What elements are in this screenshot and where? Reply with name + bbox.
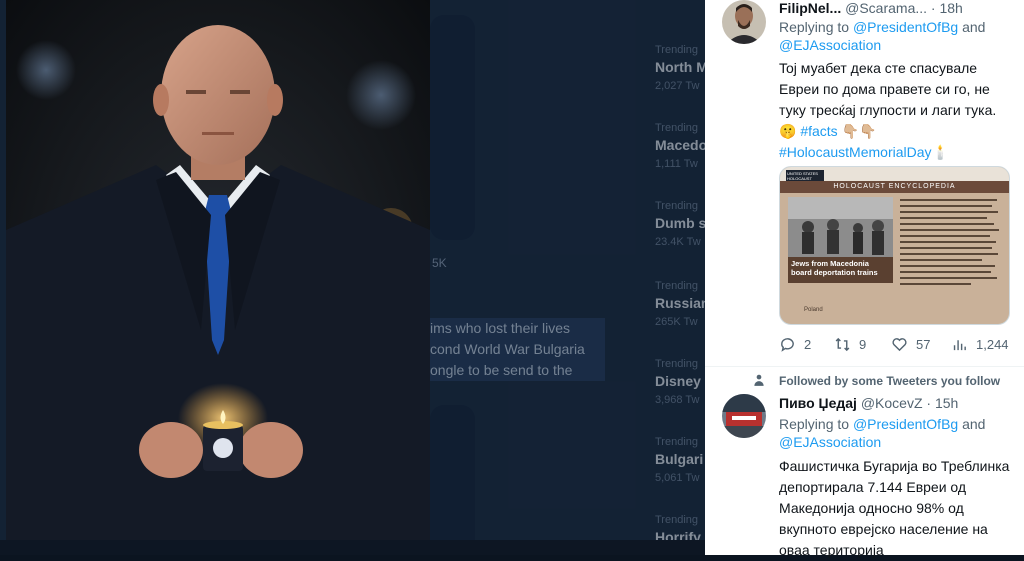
retweet-count: 9 bbox=[859, 337, 867, 352]
tweet-divider bbox=[705, 366, 1024, 367]
historical-photo bbox=[788, 197, 893, 257]
tweet-media-image[interactable]: UNITED STATES HOLOCAUST MEMORIAL MUSEUM … bbox=[779, 166, 1010, 325]
media-article-text bbox=[900, 197, 1002, 312]
reply-icon bbox=[781, 338, 794, 352]
bottom-strip bbox=[0, 540, 705, 555]
emoji: 🕯️ bbox=[931, 144, 949, 160]
replying-and: and bbox=[958, 19, 986, 35]
view-count: 1,244 bbox=[976, 337, 1009, 352]
emoji: 👇🏼👇🏼 bbox=[841, 123, 877, 139]
replying-and: and bbox=[958, 416, 986, 432]
emoji: 🤫 bbox=[779, 123, 797, 139]
avatar-image bbox=[722, 394, 766, 438]
replying-prefix: Replying to bbox=[779, 19, 853, 35]
media-banner: HOLOCAUST ENCYCLOPEDIA bbox=[780, 181, 1009, 193]
avatar[interactable] bbox=[722, 0, 766, 44]
tweet-body: Toj муабет дека сте спасувале Евреи по д… bbox=[779, 60, 997, 118]
social-context: Followed by some Tweeters you follow bbox=[779, 374, 1001, 388]
tweet-actions: 2 9 57 1,244 bbox=[779, 336, 1019, 354]
separator-dot: · bbox=[926, 395, 932, 411]
photo-illustration bbox=[6, 25, 430, 540]
tweet-text: Фашистичка Бугарија во Треблинка депорти… bbox=[779, 458, 1010, 558]
views-icon bbox=[953, 340, 966, 351]
retweet-button[interactable]: 9 bbox=[834, 336, 866, 353]
person-icon bbox=[754, 374, 764, 386]
like-button[interactable]: 57 bbox=[891, 336, 930, 353]
views-button[interactable]: 1,244 bbox=[951, 336, 1009, 353]
tweet-header: Пиво Џедај @KocevZ · 15h bbox=[779, 395, 958, 411]
media-caption: Jews from Macedonia board deportation tr… bbox=[788, 257, 893, 283]
replying-to: Replying to @PresidentOfBg and @EJAssoci… bbox=[779, 415, 1019, 451]
tweet-header: FilipNel... @Scarama... · 18h bbox=[779, 0, 963, 16]
mention-link[interactable]: @PresidentOfBg bbox=[853, 416, 958, 432]
mention-link[interactable]: @EJAssociation bbox=[779, 37, 881, 53]
author-name[interactable]: Пиво Џедај bbox=[779, 395, 857, 411]
hashtag-link[interactable]: #HolocaustMemorialDay bbox=[779, 144, 932, 160]
tweet-photo[interactable] bbox=[6, 0, 430, 540]
author-name[interactable]: FilipNel... bbox=[779, 0, 841, 16]
author-handle[interactable]: @Scarama... bbox=[845, 0, 927, 16]
hashtag-link[interactable]: #facts bbox=[800, 123, 837, 139]
separator-dot: · bbox=[930, 0, 936, 16]
tweet-text: Toj муабет дека сте спасувале Евреи по д… bbox=[779, 58, 1019, 163]
reply-count: 2 bbox=[804, 337, 812, 352]
like-count: 57 bbox=[916, 337, 931, 352]
mention-link[interactable]: @EJAssociation bbox=[779, 434, 881, 450]
avatar[interactable] bbox=[722, 394, 766, 438]
heart-icon bbox=[892, 338, 907, 352]
reply-button[interactable]: 2 bbox=[779, 336, 811, 353]
mention-link[interactable]: @PresidentOfBg bbox=[853, 19, 958, 35]
replying-prefix: Replying to bbox=[779, 416, 853, 432]
timestamp[interactable]: 15h bbox=[935, 395, 958, 411]
replying-to: Replying to @PresidentOfBg and @EJAssoci… bbox=[779, 18, 1019, 54]
historical-photo-art bbox=[788, 197, 893, 257]
avatar-image bbox=[722, 0, 766, 44]
media-footer: Poland bbox=[804, 307, 823, 313]
author-handle[interactable]: @KocevZ bbox=[861, 395, 923, 411]
retweet-icon bbox=[835, 337, 850, 352]
timestamp[interactable]: 18h bbox=[939, 0, 962, 16]
